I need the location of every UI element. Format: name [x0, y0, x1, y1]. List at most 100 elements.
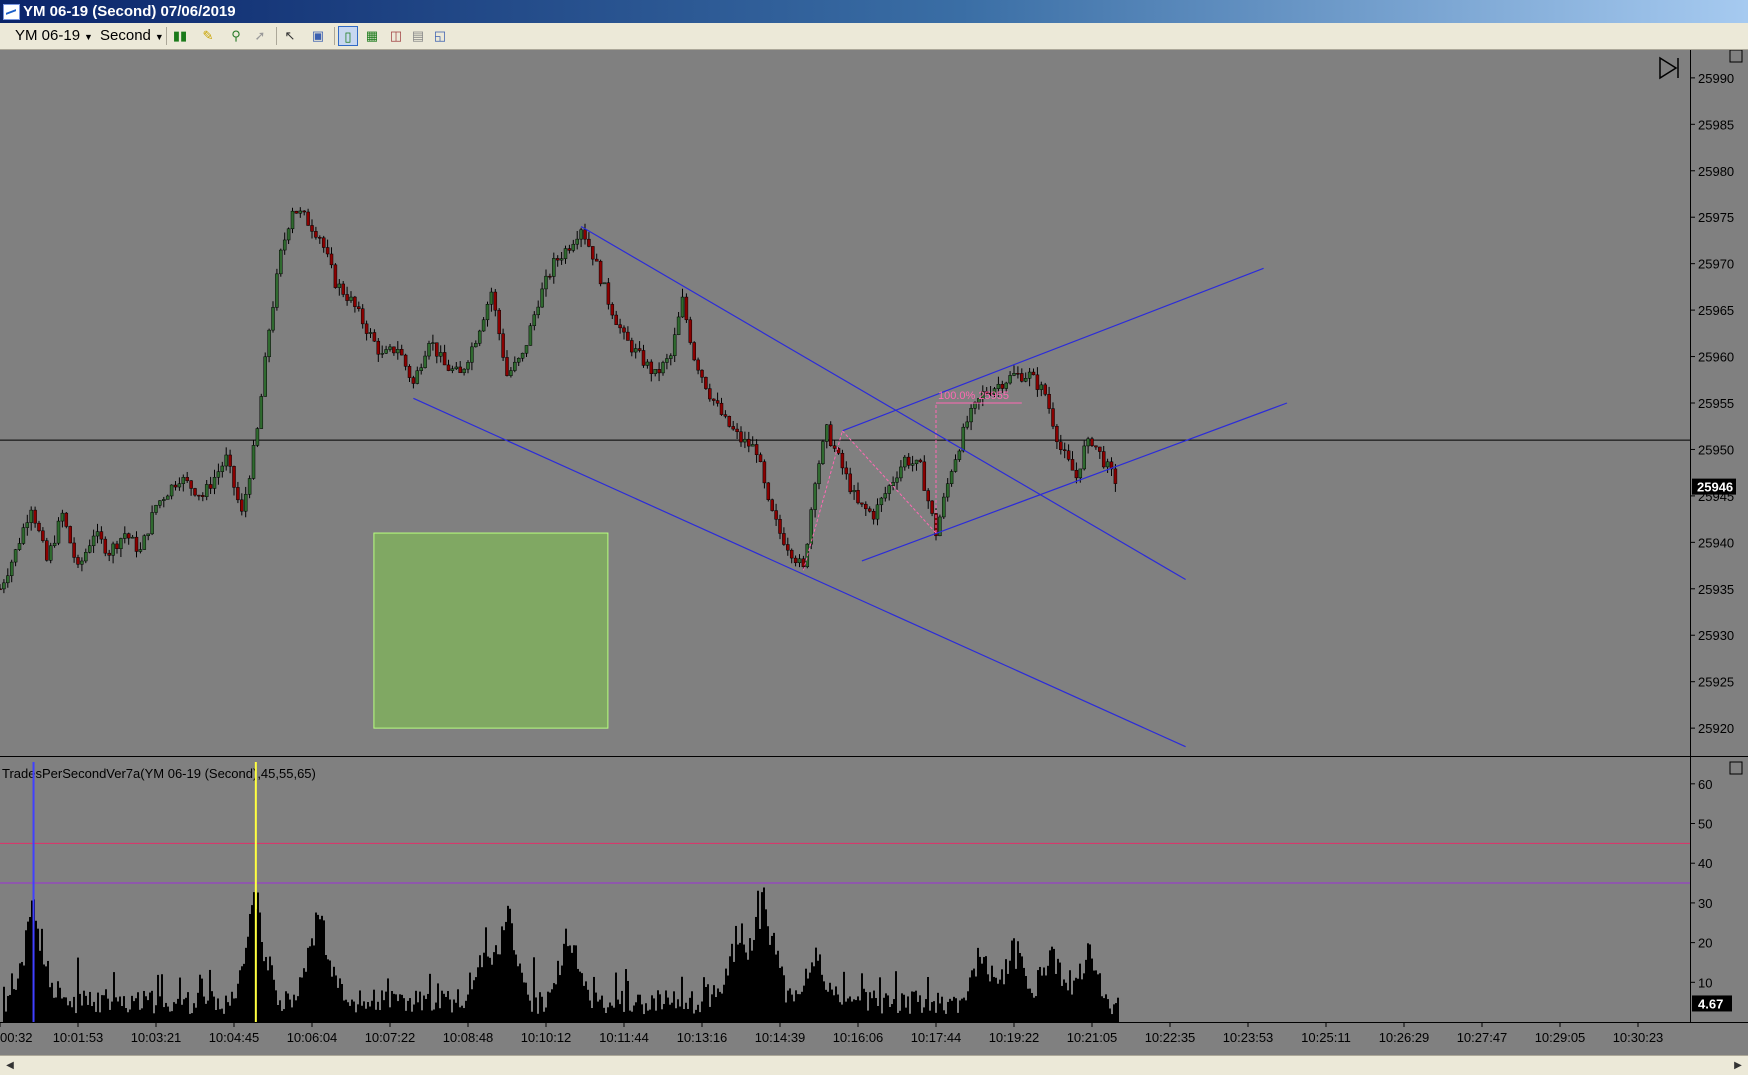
price-bar-body: [762, 461, 767, 484]
price-bar-body: [532, 314, 537, 327]
price-bar-body: [353, 296, 357, 307]
chart-area[interactable]: 2592025925259302593525940259452595025955…: [0, 50, 1748, 1055]
price-bar-body: [314, 231, 318, 238]
price-bar-body: [271, 307, 275, 331]
price-bar-body: [17, 543, 22, 550]
strategy-icon[interactable]: ▤: [408, 26, 428, 46]
window-title: YM 06-19 (Second) 07/06/2019: [23, 3, 236, 20]
price-bar-body: [801, 558, 806, 568]
price-bar-body: [1098, 446, 1102, 452]
price-bar-body: [337, 283, 342, 288]
price-bar-body: [571, 243, 576, 251]
draw-pencil-icon[interactable]: ✎: [198, 26, 218, 46]
price-bar-body: [665, 358, 669, 363]
price-bar-body: [813, 483, 817, 510]
price-bar-body: [672, 334, 677, 357]
chart-trader-icon[interactable]: ▦: [362, 26, 382, 46]
price-bar-body: [201, 495, 205, 497]
price-bar-body: [711, 398, 716, 401]
price-bar-body: [594, 258, 599, 262]
price-bar-body: [579, 229, 583, 240]
price-bar-body: [610, 304, 615, 316]
zone-rectangle: [373, 532, 609, 729]
price-bar-body: [154, 505, 158, 513]
price-bar-body: [786, 544, 790, 551]
price-tick-label: 25985: [1698, 117, 1734, 132]
price-bar-body: [1062, 449, 1067, 452]
price-bar-body: [587, 238, 591, 247]
price-bar-body: [474, 343, 478, 348]
price-bar-body: [653, 369, 657, 374]
instrument-label: YM 06-19: [15, 27, 81, 44]
price-bar-body: [173, 484, 178, 488]
chart-toolbar: YM 06-19 ▼ Second ▼ ▮▮ ✎ ⚲ ➚ ↖ ▣ ▯ ▦ ◫ ▤ ◱: [0, 23, 1748, 50]
time-tick-label: 10:17:44: [911, 1030, 962, 1045]
time-tick-label: 10:14:39: [755, 1030, 806, 1045]
price-bar-body: [867, 508, 872, 512]
price-bar-body: [232, 466, 236, 488]
price-bar-body: [115, 543, 119, 550]
price-bar-body: [645, 361, 650, 366]
price-bar-body: [321, 237, 326, 248]
price-bar-body: [891, 482, 895, 486]
toolbar-separator: [276, 27, 277, 45]
price-bar-body: [485, 304, 490, 321]
price-bar-body: [298, 210, 303, 214]
window-icon[interactable]: ◱: [430, 26, 450, 46]
price-bar-body: [782, 533, 786, 545]
price-bar-body: [688, 319, 693, 343]
price-bar-body: [279, 249, 283, 275]
price-bar-body: [879, 497, 884, 506]
time-tick-label: 10:07:22: [365, 1030, 416, 1045]
price-bar-body: [864, 503, 868, 510]
chart-style-icon[interactable]: ▯: [338, 26, 358, 46]
price-bar-body: [95, 531, 100, 537]
price-bar-body: [99, 531, 104, 540]
price-tick-label: 25970: [1698, 257, 1734, 272]
price-bar-body: [758, 454, 763, 462]
price-bar-body: [193, 488, 197, 496]
price-bar-body: [169, 484, 174, 497]
scroll-right-icon[interactable]: ▶: [1730, 1058, 1746, 1074]
properties-icon[interactable]: ▣: [308, 26, 328, 46]
price-bar-body: [614, 314, 618, 325]
data-box-icon[interactable]: ◫: [386, 26, 406, 46]
price-bar-body: [29, 509, 33, 523]
price-bar-body: [727, 415, 732, 427]
instrument-selector[interactable]: YM 06-19 ▼: [15, 26, 93, 46]
price-bar-body: [150, 512, 154, 535]
price-bar-body: [696, 359, 700, 371]
price-bar-body: [345, 294, 349, 301]
price-bar-body: [318, 237, 322, 239]
price-bar-body: [177, 483, 182, 488]
cursor-icon[interactable]: ↖: [280, 26, 300, 46]
price-bar-body: [953, 459, 958, 472]
price-bar-body: [949, 471, 954, 484]
horizontal-scrollbar[interactable]: ◀ ▶: [0, 1055, 1748, 1075]
price-bar-body: [204, 484, 209, 497]
toolbar-separator: [166, 27, 167, 45]
price-bar-body: [1074, 469, 1079, 479]
price-bar-body: [431, 342, 435, 344]
price-bar-body: [723, 414, 728, 417]
interval-selector[interactable]: Second ▼: [100, 26, 164, 46]
price-bar-body: [840, 453, 845, 469]
price-bar-body: [325, 247, 330, 255]
price-bar-body: [684, 296, 689, 321]
price-tick-label: 25955: [1698, 396, 1734, 411]
price-bar-body: [774, 510, 778, 520]
bar-type-icon[interactable]: ▮▮: [170, 26, 190, 46]
price-bar-body: [852, 490, 856, 493]
time-tick-label: 10:08:48: [443, 1030, 494, 1045]
time-tick-label: 10:25:11: [1301, 1030, 1351, 1045]
pin-icon[interactable]: ➚: [250, 26, 270, 46]
price-bar-body: [563, 248, 568, 259]
price-bar-body: [477, 330, 482, 344]
window-title-bar: YM 06-19 (Second) 07/06/2019: [0, 0, 1748, 23]
price-bar-body: [259, 396, 264, 429]
zoom-icon[interactable]: ⚲: [226, 26, 246, 46]
price-bar-body: [442, 352, 447, 366]
time-tick-label: 10:27:47: [1457, 1030, 1508, 1045]
scroll-left-icon[interactable]: ◀: [2, 1058, 18, 1074]
price-bar-body: [789, 549, 794, 559]
